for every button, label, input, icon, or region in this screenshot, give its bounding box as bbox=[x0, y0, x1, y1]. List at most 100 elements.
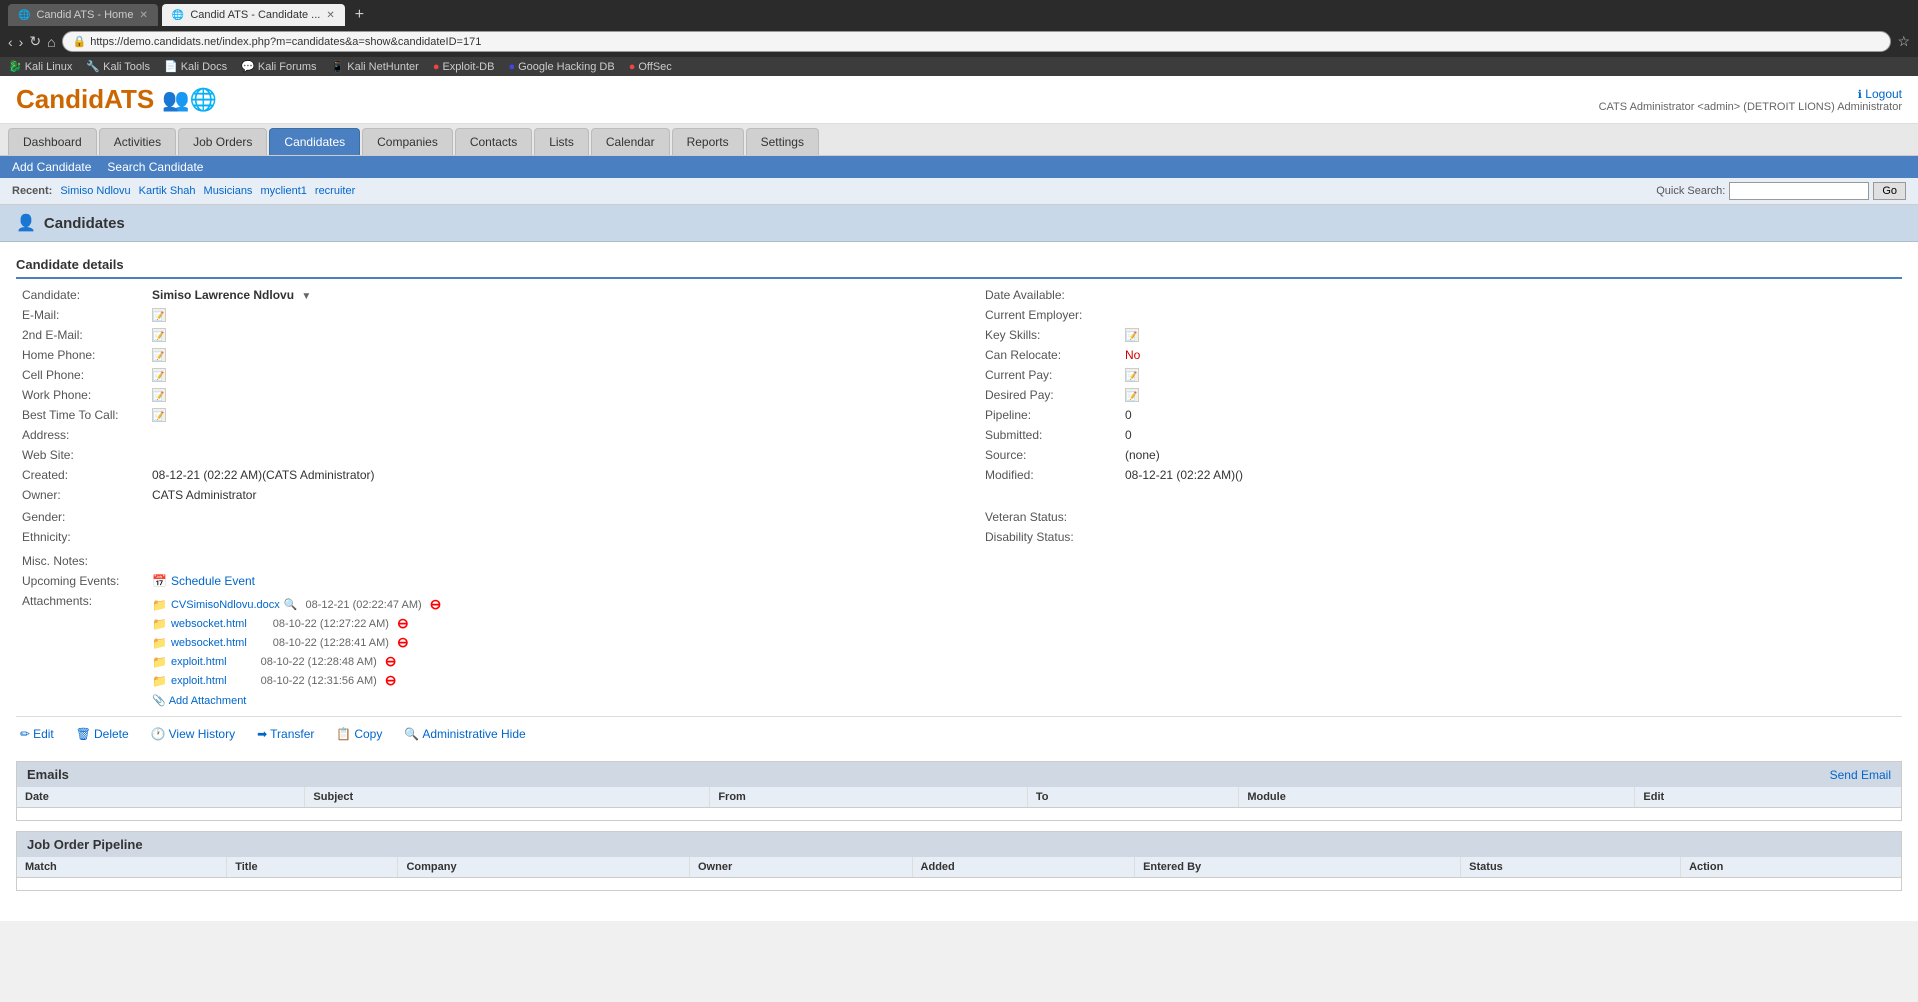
bookmark-kali-forums[interactable]: 💬Kali Forums bbox=[241, 60, 316, 73]
attachment-link-3[interactable]: exploit.html bbox=[171, 656, 227, 668]
transfer-button[interactable]: ➡ Transfer bbox=[253, 725, 318, 743]
delete-button[interactable]: 🗑 Delete bbox=[72, 725, 133, 743]
disability-status-label: Disability Status: bbox=[979, 527, 1119, 547]
bookmark-kali-nethunter[interactable]: 📱Kali NetHunter bbox=[331, 60, 419, 73]
logout-link[interactable]: ℹ Logout bbox=[1599, 87, 1902, 101]
view-history-button[interactable]: 🕐 View History bbox=[147, 725, 239, 743]
email-edit-icon[interactable]: 📝 bbox=[152, 308, 166, 322]
desired-pay-edit-icon[interactable]: 📝 bbox=[1125, 388, 1139, 402]
emails-col-from: From bbox=[710, 787, 1028, 808]
sub-nav-search-candidate[interactable]: Search Candidate bbox=[107, 160, 203, 174]
attachment-delete-icon-1[interactable]: ⊖ bbox=[397, 615, 409, 632]
bookmark-kali-docs[interactable]: 📄Kali Docs bbox=[164, 60, 227, 73]
recent-item-myclient1[interactable]: myclient1 bbox=[260, 185, 306, 197]
current-pay-edit-icon[interactable]: 📝 bbox=[1125, 368, 1139, 382]
pipeline-row: Pipeline: 0 bbox=[979, 405, 1902, 425]
url-display: https://demo.candidats.net/index.php?m=c… bbox=[90, 36, 481, 48]
candidate-value: Simiso Lawrence Ndlovu ▼ bbox=[146, 285, 939, 305]
send-email-button[interactable]: Send Email bbox=[1830, 768, 1891, 782]
tab-close-icon-2[interactable]: ✕ bbox=[326, 10, 334, 21]
nav-item-candidates[interactable]: Candidates bbox=[269, 128, 360, 155]
attachment-search-icon-0[interactable]: 🔍 bbox=[284, 598, 298, 611]
back-button[interactable]: ‹ bbox=[8, 34, 13, 50]
schedule-event-link[interactable]: 📅 Schedule Event bbox=[152, 574, 255, 588]
admin-hide-button[interactable]: 🔍 Administrative Hide bbox=[400, 725, 529, 743]
veteran-status-value bbox=[1119, 507, 1902, 527]
disability-status-row: Disability Status: bbox=[979, 527, 1902, 547]
tab-close-icon[interactable]: ✕ bbox=[139, 10, 147, 21]
nav-item-calendar[interactable]: Calendar bbox=[591, 128, 670, 155]
emails-col-module: Module bbox=[1239, 787, 1635, 808]
nav-item-settings[interactable]: Settings bbox=[746, 128, 819, 155]
browser-chrome: 🌐 Candid ATS - Home ✕ 🌐 Candid ATS - Can… bbox=[0, 0, 1918, 76]
attachment-link-0[interactable]: CVSimisoNdlovu.docx bbox=[171, 599, 280, 611]
address-bar-row: ‹ › ↻ ⌂ 🔒 https://demo.candidats.net/ind… bbox=[0, 26, 1918, 57]
recent-item-musicians[interactable]: Musicians bbox=[204, 185, 253, 197]
emails-col-edit: Edit bbox=[1635, 787, 1901, 808]
attachment-delete-icon-2[interactable]: ⊖ bbox=[397, 634, 409, 651]
attachment-delete-icon-3[interactable]: ⊖ bbox=[385, 653, 397, 670]
quick-search-go-button[interactable]: Go bbox=[1873, 182, 1906, 200]
gender-left: Gender: Ethnicity: bbox=[16, 507, 939, 547]
disability-status-value bbox=[1119, 527, 1902, 547]
cell-phone-cell: 📝 bbox=[146, 365, 939, 385]
add-attachment-icon: 📎 bbox=[152, 694, 166, 707]
delete-icon: 🗑 bbox=[76, 727, 91, 741]
nav-item-job-orders[interactable]: Job Orders bbox=[178, 128, 267, 155]
bookmark-exploit-db[interactable]: ●Exploit-DB bbox=[433, 61, 495, 73]
bookmark-google-hacking-db[interactable]: ●Google Hacking DB bbox=[508, 61, 614, 73]
nav-item-contacts[interactable]: Contacts bbox=[455, 128, 532, 155]
misc-notes-value bbox=[146, 551, 1902, 571]
attachment-link-1[interactable]: websocket.html bbox=[171, 618, 247, 630]
add-attachment-link[interactable]: 📎 Add Attachment bbox=[152, 694, 246, 707]
dropdown-arrow-icon[interactable]: ▼ bbox=[301, 291, 311, 302]
nav-item-lists[interactable]: Lists bbox=[534, 128, 589, 155]
reload-button[interactable]: ↻ bbox=[29, 33, 41, 50]
recent-item-simiso[interactable]: Simiso Ndlovu bbox=[60, 185, 130, 197]
home-button[interactable]: ⌂ bbox=[47, 34, 55, 50]
cell-phone-edit-icon[interactable]: 📝 bbox=[152, 368, 166, 382]
pipeline-col-match: Match bbox=[17, 857, 227, 878]
key-skills-edit-icon[interactable]: 📝 bbox=[1125, 328, 1139, 342]
transfer-icon: ➡ bbox=[257, 727, 267, 741]
sub-nav-add-candidate[interactable]: Add Candidate bbox=[12, 160, 91, 174]
nav-item-dashboard[interactable]: Dashboard bbox=[8, 128, 97, 155]
address-bar[interactable]: 🔒 https://demo.candidats.net/index.php?m… bbox=[62, 31, 1892, 52]
attachment-date-4: 08-10-22 (12:31:56 AM) bbox=[261, 675, 377, 687]
quick-search-input[interactable] bbox=[1729, 182, 1869, 200]
nav-item-companies[interactable]: Companies bbox=[362, 128, 453, 155]
bookmark-kali-tools[interactable]: 🔧Kali Tools bbox=[86, 60, 150, 73]
attachment-delete-icon-0[interactable]: ⊖ bbox=[430, 596, 442, 613]
attachment-date-1: 08-10-22 (12:27:22 AM) bbox=[273, 618, 389, 630]
email2-value-cell: 📝 bbox=[146, 325, 939, 345]
work-phone-edit-icon[interactable]: 📝 bbox=[152, 388, 166, 402]
calendar-icon: 📅 bbox=[152, 574, 167, 588]
attachment-link-2[interactable]: websocket.html bbox=[171, 637, 247, 649]
edit-icon: ✏ bbox=[20, 727, 30, 741]
bookmark-star-button[interactable]: ☆ bbox=[1897, 33, 1910, 50]
home-phone-edit-icon[interactable]: 📝 bbox=[152, 348, 166, 362]
tab-candidate[interactable]: 🌐 Candid ATS - Candidate ... ✕ bbox=[162, 4, 345, 26]
nav-item-reports[interactable]: Reports bbox=[672, 128, 744, 155]
attachment-folder-icon-0: 📁 bbox=[152, 598, 167, 612]
attachment-folder-icon-1: 📁 bbox=[152, 617, 167, 631]
bookmark-offsec[interactable]: ●OffSec bbox=[629, 61, 672, 73]
nav-item-activities[interactable]: Activities bbox=[99, 128, 176, 155]
best-time-label: Best Time To Call: bbox=[16, 405, 146, 425]
created-label: Created: bbox=[16, 465, 146, 485]
best-time-edit-icon[interactable]: 📝 bbox=[152, 408, 166, 422]
tab-home[interactable]: 🌐 Candid ATS - Home ✕ bbox=[8, 4, 158, 26]
copy-button[interactable]: 📋 Copy bbox=[332, 725, 386, 743]
attachment-link-4[interactable]: exploit.html bbox=[171, 675, 227, 687]
forward-button[interactable]: › bbox=[19, 34, 24, 50]
email2-edit-icon[interactable]: 📝 bbox=[152, 328, 166, 342]
recent-item-recruiter[interactable]: recruiter bbox=[315, 185, 355, 197]
candidate-row: Candidate: Simiso Lawrence Ndlovu ▼ bbox=[16, 285, 939, 305]
edit-button[interactable]: ✏ Edit bbox=[16, 725, 58, 743]
attachment-delete-icon-4[interactable]: ⊖ bbox=[385, 672, 397, 689]
website-label: Web Site: bbox=[16, 445, 146, 465]
new-tab-button[interactable]: + bbox=[349, 6, 370, 24]
bookmark-kali-linux[interactable]: 🐉Kali Linux bbox=[8, 60, 72, 73]
recent-item-kartik[interactable]: Kartik Shah bbox=[139, 185, 196, 197]
add-attachment-row: 📎 Add Attachment bbox=[152, 693, 1896, 707]
